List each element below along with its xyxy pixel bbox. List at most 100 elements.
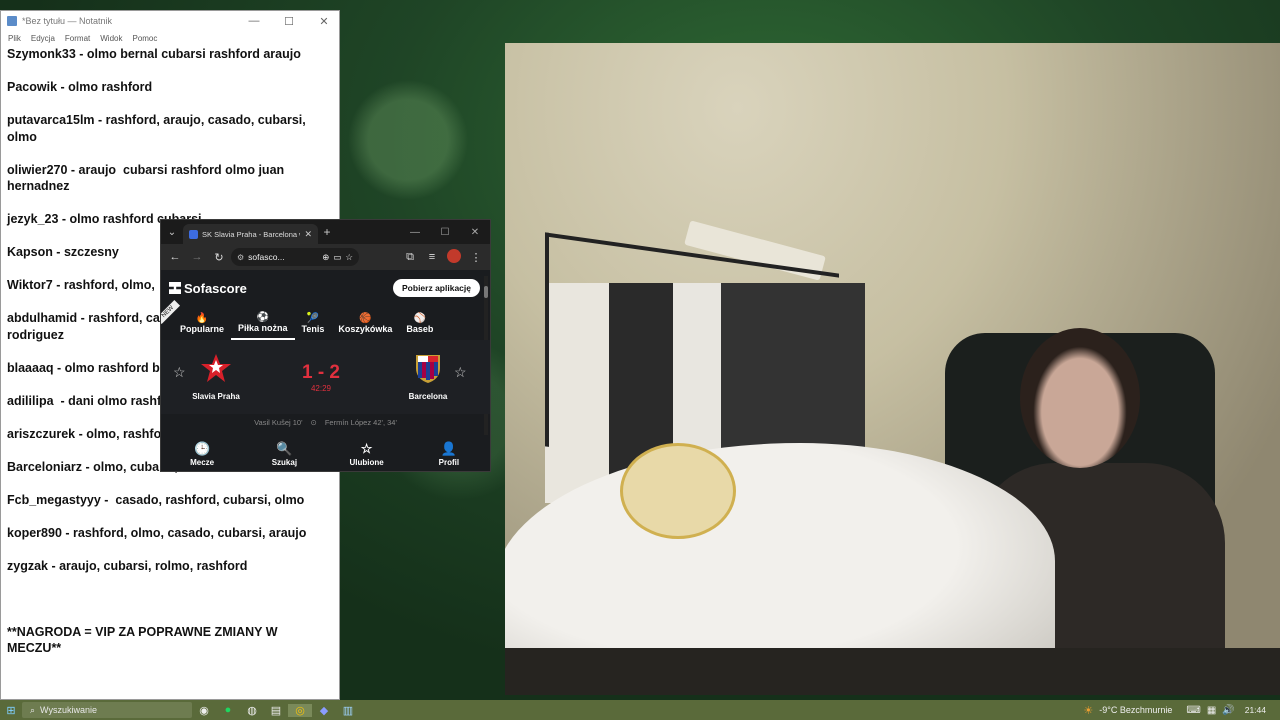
download-app-button[interactable]: Pobierz aplikację (393, 279, 480, 297)
browser-maximize-button[interactable]: ☐ (430, 227, 460, 238)
tab-baseball[interactable]: ⚾ Baseb (399, 306, 440, 340)
nav-profile[interactable]: 👤 Profil (408, 435, 490, 471)
real-madrid-crest (620, 443, 736, 539)
zoom-icon[interactable]: ⊕ (322, 252, 329, 263)
taskbar-search-box[interactable]: ⌕ Wyszukiwanie (22, 702, 192, 718)
person-head (1020, 328, 1140, 468)
files-icon[interactable]: ▤ (264, 704, 288, 717)
tab-close-icon[interactable]: ✕ (304, 229, 312, 240)
taskbar-clock[interactable]: 21:44 (1245, 705, 1280, 715)
spotify-icon[interactable]: ● (216, 704, 240, 716)
browser-menu-icon[interactable]: ⋮ (466, 251, 486, 264)
new-tab-button[interactable]: + (318, 225, 336, 239)
windows-taskbar: ⊞ ⌕ Wyszukiwanie ◉ ● ◍ ▤ ◎ ◆ ▥ ☀ -9°C Be… (0, 700, 1280, 720)
weather-widget[interactable]: ☀ -9°C Bezchmurnie (1083, 704, 1186, 717)
menu-help[interactable]: Pomoc (132, 34, 157, 43)
tab-label: Baseb (406, 323, 434, 334)
minimize-button[interactable]: — (239, 15, 269, 27)
keyboard-icon[interactable]: ⌨ (1186, 705, 1200, 716)
tab-label: Piłka nożna (238, 322, 288, 333)
site-info-icon[interactable]: ⚙ (237, 253, 244, 262)
notepad-line: putavarca15lm - rashford, araujo, casado… (7, 113, 306, 127)
notepad-line: MECZU** (7, 641, 62, 655)
menu-edit[interactable]: Edycja (31, 34, 55, 43)
tennis-icon: 🎾 (306, 312, 320, 324)
notepad-line: olmo (7, 129, 37, 144)
search-icon: 🔍 (276, 440, 293, 456)
browser-minimize-button[interactable]: — (400, 227, 430, 238)
notepad-menu-bar: Plik Edycja Format Widok Pomoc (1, 31, 339, 45)
profile-avatar[interactable] (444, 248, 464, 266)
profile-icon: 👤 (440, 440, 457, 456)
system-tray: ⌨ ▦ 🔊 (1186, 705, 1244, 716)
chrome-icon[interactable]: ◎ (288, 703, 312, 717)
network-icon[interactable]: ▦ (1207, 705, 1216, 716)
browser-window: ⌄ SK Slavia Praha - Barcelona wyn ✕ + — … (160, 219, 491, 472)
maximize-button[interactable]: ☐ (274, 15, 304, 28)
obs-icon[interactable]: ◍ (240, 704, 264, 717)
menu-format[interactable]: Format (65, 34, 90, 43)
favorite-away-star-icon[interactable]: ☆ (454, 364, 467, 381)
away-team[interactable]: Barcelona (393, 352, 463, 401)
notepad-line (7, 63, 332, 80)
nav-favorites[interactable]: ☆ Ulubione (326, 435, 408, 471)
nav-label: Szukaj (271, 457, 298, 467)
tab-basketball[interactable]: 🏀 Koszykówka (331, 306, 399, 340)
notepad-line (7, 541, 332, 558)
close-button[interactable]: ✕ (309, 15, 339, 28)
notepad-line: hernadnez (7, 179, 70, 193)
notepad-line (7, 475, 332, 492)
notepad-line (7, 195, 332, 212)
slavia-crest-icon (201, 354, 231, 382)
windows-start-icon[interactable]: ⊞ (0, 704, 22, 717)
menu-file[interactable]: Plik (8, 34, 21, 43)
match-header: ☆ Slavia Praha 1 - 2 42:29 Barcelona ☆ (161, 340, 490, 414)
forward-arrow-icon[interactable]: → (187, 251, 207, 263)
basketball-icon: 🏀 (359, 312, 372, 324)
home-team[interactable]: Slavia Praha (181, 352, 251, 401)
notepad-taskbar-icon[interactable]: ▥ (336, 704, 360, 717)
sofascore-logo-text: Sofascore (184, 280, 247, 296)
nav-label: Mecze (190, 457, 215, 467)
notepad-line (7, 145, 332, 162)
reload-icon[interactable]: ↻ (209, 251, 229, 264)
notepad-line (7, 574, 332, 591)
notepad-title: *Bez tytułu — Notatnik (22, 16, 113, 26)
webcam-feed (505, 43, 1280, 695)
tab-tennis[interactable]: 🎾 Tenis (295, 306, 332, 340)
notepad-line: Szymonk33 - olmo bernal cubarsi rashford… (7, 47, 301, 61)
reading-list-icon[interactable]: ≡ (422, 251, 442, 263)
notepad-line: Fcb_megastyyy - casado, rashford, cubars… (7, 492, 305, 507)
clock-icon: 🕒 (194, 440, 211, 456)
menu-view[interactable]: Widok (100, 34, 122, 43)
tab-search-icon[interactable]: ⌄ (161, 227, 183, 238)
tab-football[interactable]: ⚽ Piłka nożna (231, 306, 295, 340)
cast-icon[interactable]: ▭ (333, 252, 341, 263)
home-team-name: Slavia Praha (192, 392, 240, 401)
away-scorers: Fermín López 42', 34' (324, 417, 397, 427)
volume-icon[interactable]: 🔊 (1222, 705, 1234, 716)
match-clock: 42:29 (310, 384, 332, 393)
tab-popular[interactable]: 🔥 Popularne (173, 306, 231, 340)
taskbar-search-placeholder: Wyszukiwanie (40, 705, 97, 715)
goal-ball-icon: ⊙ (310, 417, 317, 427)
nav-label: Profil (438, 457, 460, 467)
sofascore-logo[interactable]: Sofascore (169, 281, 247, 296)
address-bar[interactable]: ⚙ sofasco... ⊕ ▭ ☆ (231, 248, 359, 266)
back-arrow-icon[interactable]: ← (165, 251, 185, 263)
browser-close-button[interactable]: ✕ (460, 227, 490, 238)
bookmark-star-icon[interactable]: ☆ (345, 252, 353, 263)
steam-icon[interactable]: ◉ (192, 704, 216, 717)
weather-text: -9°C Bezchmurnie (1099, 705, 1173, 715)
extensions-icon[interactable]: ⧉ (400, 251, 420, 264)
nav-matches[interactable]: 🕒 Mecze (161, 435, 243, 471)
notepad-line: zygzak - araujo, cubarsi, rolmo, rashfor… (7, 558, 248, 573)
bottom-navigation: 🕒 Mecze 🔍 Szukaj ☆ Ulubione 👤 Profil (161, 435, 490, 471)
barcelona-crest-icon (416, 355, 440, 383)
tab-bar: ⌄ SK Slavia Praha - Barcelona wyn ✕ + — … (161, 220, 490, 244)
discord-icon[interactable]: ◆ (312, 704, 336, 717)
away-team-name: Barcelona (408, 392, 448, 401)
sofascore-page: Sofascore Pobierz aplikację NEW 🔥 Popula… (161, 270, 490, 471)
browser-tab[interactable]: SK Slavia Praha - Barcelona wyn ✕ (183, 224, 318, 244)
nav-search[interactable]: 🔍 Szukaj (243, 435, 325, 471)
